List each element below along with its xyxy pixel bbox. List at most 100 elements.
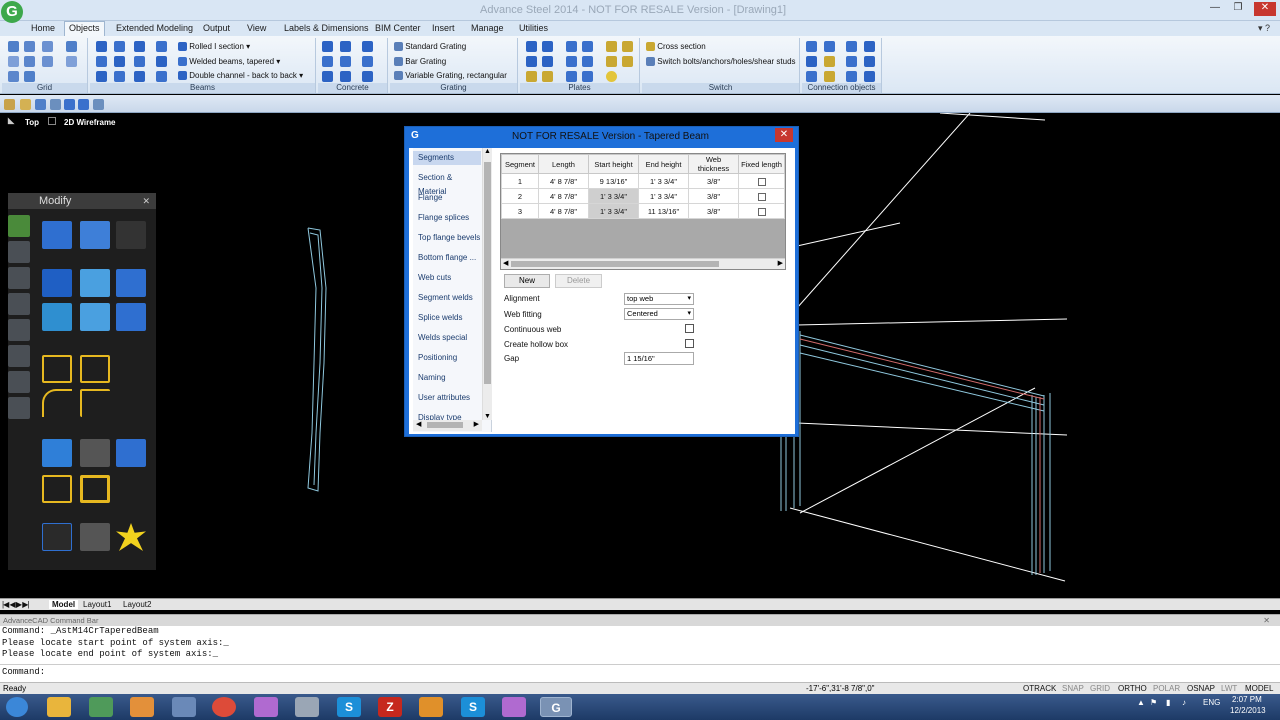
plate-icon[interactable] [566, 56, 577, 67]
grid-icon[interactable] [24, 41, 35, 52]
tray-flag-icon[interactable]: ⚑ [1150, 698, 1157, 707]
app-grey-icon[interactable] [295, 697, 319, 717]
scroll-right-icon[interactable]: ▶ [474, 420, 479, 428]
scale-tool-icon[interactable] [80, 355, 110, 383]
rotate-tool-icon[interactable] [42, 269, 72, 297]
tab-manage[interactable]: Manage [471, 23, 504, 33]
continuous-web-checkbox[interactable] [685, 324, 694, 333]
plate-icon[interactable] [526, 56, 537, 67]
plate-icon[interactable] [606, 41, 617, 52]
table-scroll-right-icon[interactable]: ▶ [778, 259, 783, 267]
cell-start-height[interactable]: 9 13/16" [588, 173, 639, 189]
plate-icon[interactable] [526, 41, 537, 52]
cell-length[interactable]: 4' 8 7/8" [538, 203, 589, 219]
tab-home[interactable]: Home [31, 23, 55, 33]
connection-icon[interactable] [806, 56, 817, 67]
nav-scrollbar[interactable]: ▲ ▼ [482, 148, 492, 420]
tray-arrow-icon[interactable]: ▲ [1137, 698, 1145, 707]
grid-icon[interactable] [66, 56, 77, 67]
extend-tool-icon[interactable] [116, 439, 146, 467]
concrete-icon[interactable] [362, 71, 373, 82]
table-row[interactable]: 1 4' 8 7/8" 9 13/16" 1' 3 3/4" 3/8" [501, 173, 785, 189]
trim-tool-icon[interactable] [42, 439, 72, 467]
open-file-icon[interactable] [20, 99, 31, 110]
tray-volume-icon[interactable]: ♪ [1182, 698, 1186, 707]
chrome-icon[interactable] [212, 697, 236, 717]
explorer-icon[interactable] [47, 697, 71, 717]
lengthen-tool-icon[interactable] [80, 475, 110, 503]
nav-scroll-thumb[interactable] [484, 162, 491, 384]
beam-icon[interactable] [114, 71, 125, 82]
tab-view[interactable]: View [247, 23, 266, 33]
move-tool-icon[interactable] [42, 221, 72, 249]
pen-tool-icon[interactable] [8, 215, 30, 237]
connection-icon[interactable] [846, 71, 857, 82]
visual-style[interactable]: 2D Wireframe [64, 118, 116, 127]
explode-tool-icon[interactable] [116, 523, 146, 551]
tray-language[interactable]: ENG [1203, 698, 1220, 707]
variable-grating-button[interactable]: Variable Grating, rectangular [394, 71, 507, 81]
break-tool-icon[interactable] [80, 439, 110, 467]
concrete-icon[interactable] [340, 71, 351, 82]
section-tool-icon[interactable] [8, 319, 30, 341]
beam-icon[interactable] [96, 56, 107, 67]
tab-output[interactable]: Output [203, 23, 230, 33]
standard-grating-button[interactable]: Standard Grating [394, 42, 466, 52]
grid-icon[interactable] [8, 71, 19, 82]
cell-length[interactable]: 4' 8 7/8" [538, 188, 589, 204]
connection-icon[interactable] [864, 41, 875, 52]
cell-length[interactable]: 4' 8 7/8" [538, 173, 589, 189]
maximize-icon[interactable]: ❐ [1229, 2, 1247, 16]
cell-web-thickness[interactable]: 3/8" [688, 203, 739, 219]
array-tool-icon[interactable] [116, 269, 146, 297]
plate-icon[interactable] [582, 41, 593, 52]
plate-icon[interactable] [566, 41, 577, 52]
fixed-length-checkbox[interactable] [757, 192, 766, 201]
tab-insert[interactable]: Insert [432, 23, 455, 33]
beam-icon[interactable] [96, 41, 107, 52]
grid-icon[interactable] [42, 41, 53, 52]
mirror3d-tool-icon[interactable] [80, 303, 110, 331]
fixed-length-checkbox[interactable] [757, 207, 766, 216]
print-icon[interactable] [50, 99, 61, 110]
new-segment-button[interactable]: New [504, 274, 550, 288]
grid-icon[interactable] [42, 56, 53, 67]
skype-icon[interactable]: S [337, 697, 361, 717]
switch-bolts-button[interactable]: Switch bolts/anchors/holes/shear studs [646, 57, 796, 67]
plate-icon[interactable] [582, 56, 593, 67]
beam-icon[interactable] [134, 41, 145, 52]
wrench-tool-icon[interactable] [8, 241, 30, 263]
grid-icon[interactable] [8, 56, 19, 67]
app-window-icon[interactable] [172, 697, 196, 717]
grid-icon[interactable] [66, 41, 77, 52]
command-input[interactable]: Command: [0, 667, 1280, 679]
rolled-i-section-button[interactable]: Rolled I section ▾ [178, 42, 250, 52]
start-button-icon[interactable] [6, 697, 28, 717]
tab-bim-center[interactable]: BIM Center [375, 23, 421, 33]
col-end-height[interactable]: End height [638, 154, 689, 174]
table-row[interactable]: 2 4' 8 7/8" 1' 3 3/4" 1' 3 3/4" 3/8" [501, 188, 785, 204]
rotate3d-tool-icon[interactable] [42, 303, 72, 331]
app-purple-2-icon[interactable] [502, 697, 526, 717]
nav-segment-welds[interactable]: Segment welds [413, 291, 481, 305]
concrete-icon[interactable] [340, 56, 351, 67]
plate-icon[interactable] [566, 71, 577, 82]
col-start-height[interactable]: Start height [588, 154, 639, 174]
col-web-thickness[interactable]: Web thickness [688, 154, 739, 174]
nav-user-attributes[interactable]: User attributes [413, 391, 481, 405]
new-file-icon[interactable] [4, 99, 15, 110]
bar-grating-button[interactable]: Bar Grating [394, 57, 446, 67]
tray-network-icon[interactable]: ▮ [1166, 698, 1170, 707]
plate-icon[interactable] [582, 71, 593, 82]
nav-bottom-flange[interactable]: Bottom flange ... [413, 251, 481, 265]
concrete-icon[interactable] [322, 71, 333, 82]
beam-icon[interactable] [156, 56, 167, 67]
connection-icon[interactable] [806, 41, 817, 52]
toggle-osnap[interactable]: OSNAP [1187, 684, 1215, 693]
palette-close-icon[interactable]: ✕ [142, 193, 150, 209]
view-name[interactable]: Top [25, 118, 39, 127]
nav-hscroll-thumb[interactable] [427, 422, 463, 428]
save-icon[interactable] [35, 99, 46, 110]
cross-section-button[interactable]: Cross section [646, 42, 706, 52]
col-length[interactable]: Length [538, 154, 589, 174]
